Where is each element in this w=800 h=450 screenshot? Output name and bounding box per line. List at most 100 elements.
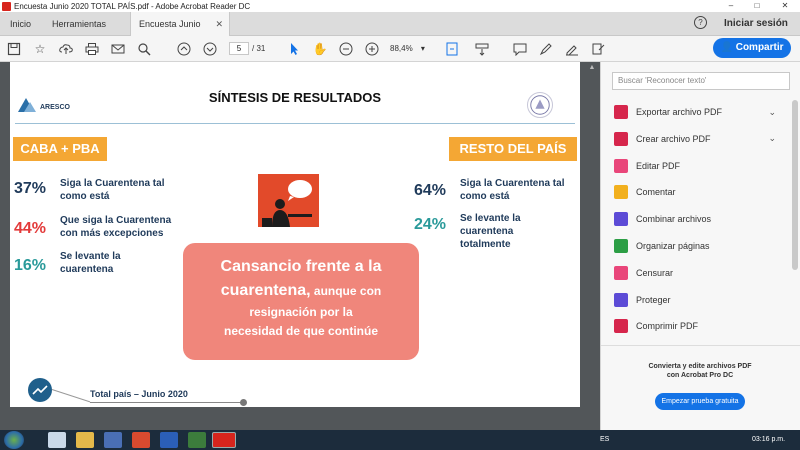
share-label: Compartir [735,42,784,53]
help-icon[interactable]: ? [694,16,707,29]
organize-pages-icon [614,239,628,253]
tool-protect[interactable]: Proteger [614,290,784,310]
compress-pdf-icon [614,319,628,334]
tool-combine-files[interactable]: Combinar archivos [614,209,784,229]
select-cursor-icon[interactable] [286,41,302,57]
share-button[interactable]: 👤 Compartir [713,38,791,58]
scroll-mode-icon[interactable] [474,41,490,57]
media-taskbar-icon[interactable] [104,432,122,448]
svg-text:ARESCO: ARESCO [40,104,71,111]
tab-document[interactable]: Encuesta Junio 202... ✕ [130,12,230,53]
chevron-down-icon[interactable]: ⌄ [768,107,776,118]
comment-toolbar-icon[interactable] [512,41,528,57]
tool-label: Organizar páginas [636,241,710,251]
trend-chart-icon [28,378,52,402]
highlight-pen-icon[interactable] [538,41,554,57]
tab-inicio[interactable]: Inicio [2,12,39,36]
chrome-taskbar-icon[interactable] [132,432,150,448]
tab-bar: Inicio Herramientas Encuesta Junio 202..… [0,12,800,53]
tool-organize-pages[interactable]: Organizar páginas [614,236,784,256]
close-tab-icon[interactable]: ✕ [215,12,223,36]
tool-edit-pdf[interactable]: Editar PDF [614,156,784,176]
next-page-icon[interactable] [202,41,218,57]
slide-title: SÍNTESIS DE RESULTADOS [208,90,382,105]
footer-connector [51,389,91,403]
tool-label: Comprimir PDF [636,321,698,332]
print-icon[interactable] [84,41,100,57]
stat-percent: 16% [14,257,47,274]
combine-files-icon [614,212,628,227]
stat-percent: 37% [14,180,47,197]
badge-resto-pais: RESTO DEL PAÍS [449,137,577,161]
excel-taskbar-icon[interactable] [188,432,206,448]
research-logo [527,92,553,118]
chevron-down-icon[interactable]: ⌄ [768,133,776,144]
title-divider [15,123,575,124]
bubble-line: resignación por la [249,305,353,319]
minimize-button[interactable]: – [718,0,744,12]
tool-compress-pdf[interactable]: Comprimir PDF [614,316,784,336]
footer-label: Total país – Junio 2020 [90,389,188,399]
start-button[interactable] [4,431,24,449]
tool-label: Proteger [636,294,671,305]
tool-label: Editar PDF [636,160,681,171]
clock[interactable]: 03:16 p.m. [752,430,785,450]
tool-label: Censurar [636,267,674,278]
bubble-line: necesidad de que continúe [223,324,379,338]
acrobat-app-icon [2,1,11,11]
language-indicator[interactable]: ES [600,430,609,450]
panel-scrollbar[interactable] [792,100,798,270]
stat-description: Se levante la cuarentena totalmente [460,213,521,250]
free-trial-button[interactable]: Empezar prueba gratuita [655,393,745,410]
fill-sign-icon[interactable] [590,41,606,57]
zoom-value: 88,4% [390,44,413,53]
tool-label: Exportar archivo PDF [636,107,723,117]
zoom-dropdown[interactable]: 88,4% ▾ [390,42,432,55]
acrobat-taskbar-icon[interactable] [212,432,236,448]
title-bar: Encuesta Junio 2020 TOTAL PAÍS.pdf - Ado… [0,0,800,12]
fit-page-icon[interactable] [444,41,460,57]
close-window-button[interactable]: ✕ [772,0,798,12]
zoom-in-icon[interactable] [364,41,380,57]
stat-description: Se levante la cuarentena [60,251,121,275]
email-icon[interactable] [110,41,126,57]
explorer-taskbar-icon[interactable] [48,432,66,448]
upload-cloud-icon[interactable] [58,41,74,57]
chevron-down-icon: ▾ [420,44,425,53]
tired-person-illustration [258,174,319,227]
tools-search-input[interactable]: Buscar 'Reconocer texto' [612,72,790,90]
maximize-button[interactable]: □ [744,0,770,12]
stat-percent: 64% [414,182,447,199]
stat-description: Siga la Cuarentena tal como está [460,178,565,202]
folder-taskbar-icon[interactable] [76,432,94,448]
protect-icon [614,292,628,307]
page-total: / 31 [252,44,266,53]
tool-label: Crear archivo PDF [636,133,711,144]
previous-page-icon[interactable] [176,41,192,57]
save-icon[interactable] [6,41,22,57]
tab-herramientas[interactable]: Herramientas [44,12,114,36]
word-taskbar-icon[interactable] [160,432,178,448]
zoom-out-icon[interactable] [338,41,354,57]
tool-comment[interactable]: Comentar [614,182,784,202]
promo-text: Convierta y edite archivos PDF con Acroba… [648,363,752,379]
signin-link[interactable]: Iniciar sesión [724,12,788,36]
sign-icon[interactable] [564,41,580,57]
stat-percent: 44% [14,220,47,237]
tool-redact[interactable]: Censurar [614,263,784,283]
create-pdf-icon [614,131,628,146]
page-number-input[interactable]: 5 [229,42,249,55]
bubble-line: Cansancio frente a la [220,258,382,275]
edit-pdf-icon [614,158,628,173]
tool-export-pdf[interactable]: Exportar archivo PDF ⌄ [614,102,784,122]
tool-create-pdf[interactable]: Crear archivo PDF ⌄ [614,129,784,149]
export-pdf-icon [614,105,628,119]
tool-label: Combinar archivos [636,214,712,225]
search-icon[interactable] [136,41,152,57]
pdf-page: ARESCO SÍNTESIS DE RESULTADOS CABA + PBA… [10,62,580,407]
badge-caba-pba: CABA + PBA [13,137,107,161]
hand-tool-icon[interactable]: ✋ [312,41,328,57]
scroll-up-icon[interactable]: ▲ [587,64,597,74]
conclusion-bubble: Cansancio frente a la cuarentena, aunque… [183,243,419,360]
bookmark-star-icon[interactable]: ☆ [32,41,48,57]
